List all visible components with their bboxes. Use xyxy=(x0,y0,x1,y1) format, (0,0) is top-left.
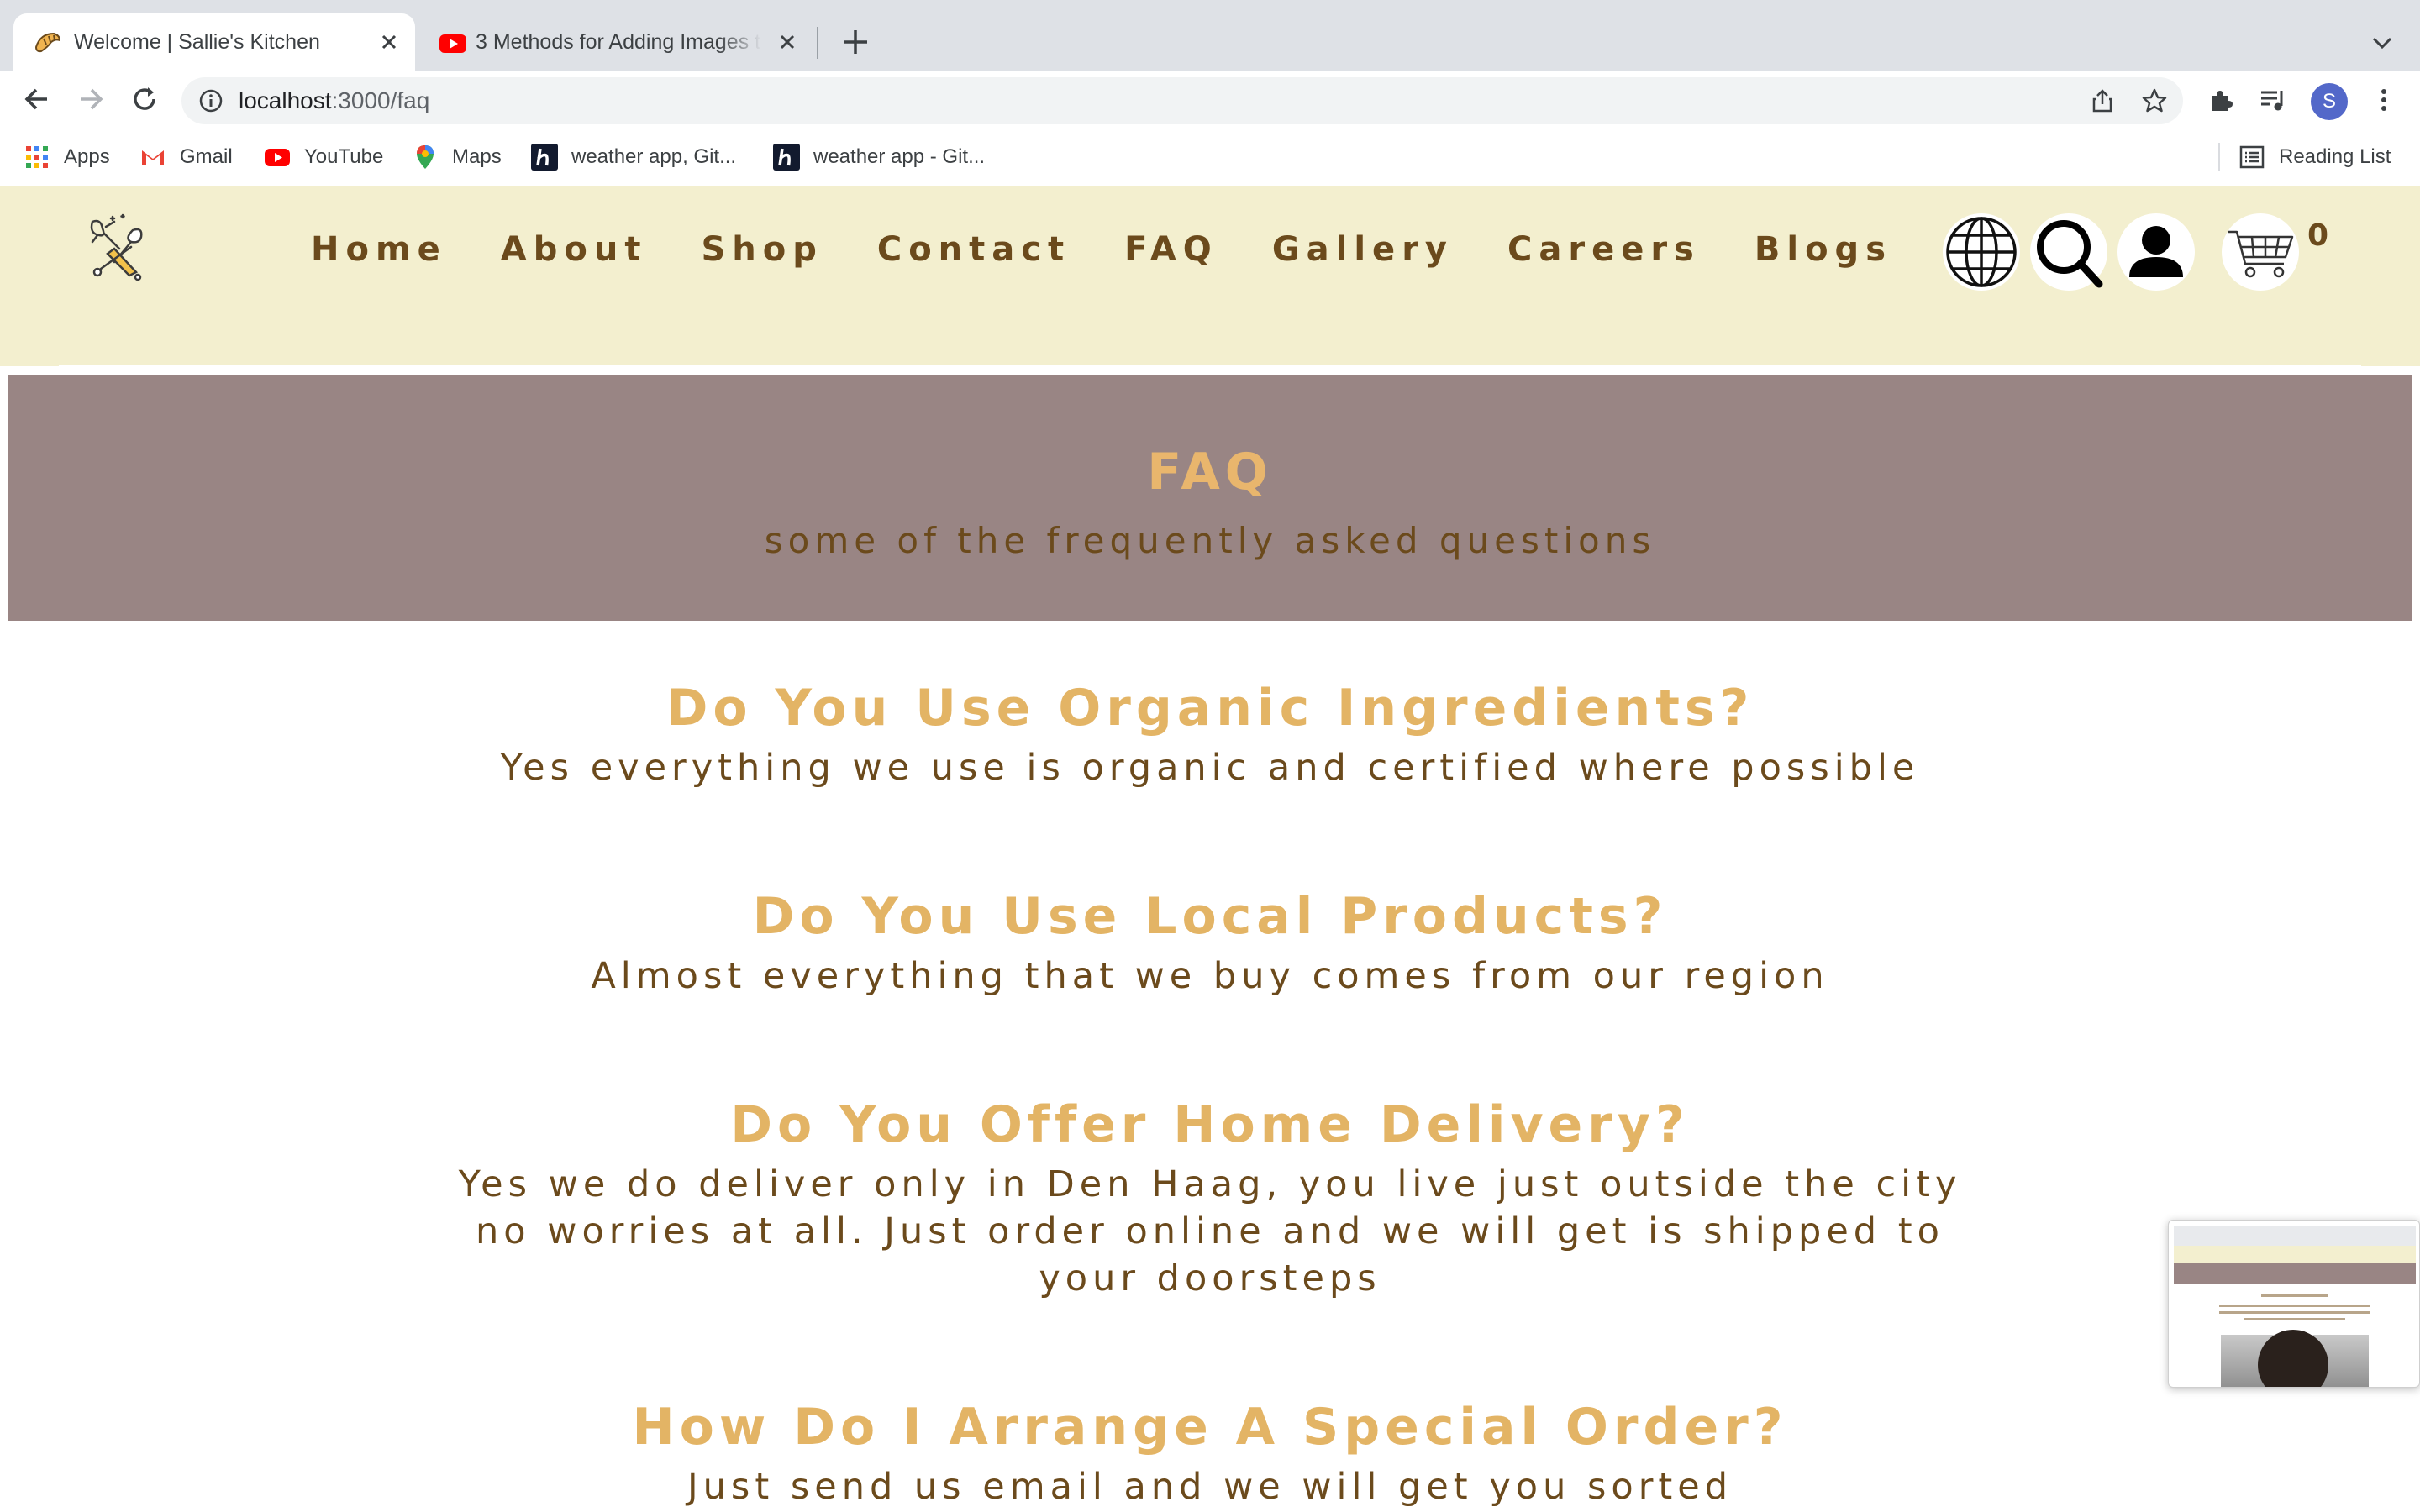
bookmark-star-icon[interactable] xyxy=(2141,87,2168,114)
bookmark-weather-app-2[interactable]: weather app - Git... xyxy=(773,128,985,186)
tab-title: Welcome | Sallie's Kitchen xyxy=(74,30,320,54)
preview-site-header xyxy=(2174,1246,2416,1263)
nav-careers[interactable]: Careers xyxy=(1507,230,1701,269)
bookmark-apps[interactable]: Apps xyxy=(24,128,110,186)
extensions-puzzle-icon[interactable] xyxy=(2207,86,2235,114)
language-globe-button[interactable] xyxy=(1943,213,2020,291)
nav-contact[interactable]: Contact xyxy=(877,230,1071,269)
search-icon xyxy=(2037,220,2103,288)
preview-browser-chrome xyxy=(2174,1226,2416,1246)
site-info-icon[interactable] xyxy=(198,88,224,113)
bookmark-weather-app-1[interactable]: weather app, Git... xyxy=(531,128,736,186)
nav-about[interactable]: About xyxy=(501,230,648,269)
media-playlist-icon[interactable] xyxy=(2259,86,2287,114)
tab-search-chevron-icon[interactable] xyxy=(2368,29,2396,57)
faq-answer-line: no worries at all. Just order online and… xyxy=(476,1210,1944,1252)
bookmark-label: Apps xyxy=(64,145,110,168)
bookmarks-bar: Apps Gmail YouTube Maps weather app, Git… xyxy=(0,128,2420,186)
bookmark-gmail[interactable]: Gmail xyxy=(139,128,233,186)
croissant-favicon-icon xyxy=(34,32,61,53)
nav-shop[interactable]: Shop xyxy=(701,230,823,269)
tab-title: 3 Methods for Adding Images t xyxy=(476,30,761,54)
browser-toolbar: localhost:3000/faq S xyxy=(0,71,2420,128)
maps-icon xyxy=(417,145,434,169)
tab-separator xyxy=(817,27,818,59)
preview-banner xyxy=(2174,1263,2416,1284)
faq-item: Do You Offer Home Delivery? Yes we do de… xyxy=(454,1089,1966,1302)
close-tab-icon[interactable] xyxy=(375,28,403,56)
nav-faq[interactable]: FAQ xyxy=(1124,230,1218,269)
gmail-icon xyxy=(142,150,164,165)
profile-avatar[interactable]: S xyxy=(2311,83,2348,120)
reading-list-icon xyxy=(2239,145,2265,169)
browser-tab-strip: Welcome | Sallie's Kitchen 3 Methods for… xyxy=(0,0,2420,71)
browser-menu-kebab-icon[interactable] xyxy=(2370,86,2398,114)
header-divider xyxy=(59,365,2361,367)
back-arrow-icon[interactable] xyxy=(20,82,54,116)
address-bar[interactable]: localhost:3000/faq xyxy=(182,77,2183,124)
h-site-icon xyxy=(531,144,558,171)
bookmarks-separator xyxy=(2218,143,2220,171)
nav-blogs[interactable]: Blogs xyxy=(1754,230,1892,269)
preview-text-line xyxy=(2219,1305,2370,1307)
url-path: :3000/faq xyxy=(331,87,430,113)
reload-icon[interactable] xyxy=(128,82,161,116)
faq-answer: Almost everything that we buy comes from… xyxy=(591,955,1829,997)
bookmark-maps[interactable]: Maps xyxy=(412,128,502,186)
tab-sallies-kitchen[interactable]: Welcome | Sallie's Kitchen xyxy=(13,13,415,71)
bookmark-label: Gmail xyxy=(180,145,233,168)
search-button[interactable] xyxy=(2030,213,2107,291)
page-title: FAQ xyxy=(1147,443,1273,501)
user-icon xyxy=(2129,226,2183,277)
account-button[interactable] xyxy=(2118,213,2195,291)
nav-gallery[interactable]: Gallery xyxy=(1272,230,1454,269)
bookmark-label: Maps xyxy=(452,145,502,168)
preview-text-line xyxy=(2261,1294,2328,1297)
nav-home[interactable]: Home xyxy=(311,230,447,269)
globe-icon xyxy=(1946,217,2017,287)
site-header: Home About Shop Contact FAQ Gallery Care… xyxy=(0,186,2420,367)
reading-list-button[interactable]: Reading List xyxy=(2238,128,2391,186)
bookmark-youtube[interactable]: YouTube xyxy=(264,128,383,186)
faq-answer: Yes everything we use is organic and cer… xyxy=(500,747,1920,789)
preview-text-line xyxy=(2244,1318,2345,1320)
faq-question: Do You Offer Home Delivery? xyxy=(730,1095,1690,1154)
url-host: localhost xyxy=(239,87,332,113)
faq-answer-line: Yes we do deliver only in Den Haag, you … xyxy=(458,1163,1962,1205)
cart-button[interactable] xyxy=(2222,213,2299,291)
close-tab-icon[interactable] xyxy=(773,28,802,56)
faq-item: How Do I Arrange A Special Order? Just s… xyxy=(454,1391,1966,1510)
bookmark-label: weather app, Git... xyxy=(571,145,737,168)
faq-answer: Just send us email and we will get you s… xyxy=(687,1466,1733,1508)
faq-banner: FAQ some of the frequently asked questio… xyxy=(8,375,2412,621)
faq-item: Do You Use Organic Ingredients? Yes ever… xyxy=(454,672,1966,791)
youtube-icon xyxy=(265,149,290,166)
preview-text-line xyxy=(2219,1311,2370,1314)
new-tab-plus-icon[interactable] xyxy=(839,25,872,59)
cart-icon xyxy=(2228,230,2294,278)
bookmark-label: weather app - Git... xyxy=(813,145,986,168)
h-site-icon xyxy=(773,144,800,171)
forward-arrow-icon[interactable] xyxy=(74,82,108,116)
url-text: localhost:3000/faq xyxy=(239,77,429,124)
faq-item: Do You Use Local Products? Almost everyt… xyxy=(454,880,1966,1000)
cart-count-badge: 0 xyxy=(2307,218,2329,253)
faq-question: How Do I Arrange A Special Order? xyxy=(632,1398,1788,1457)
share-icon[interactable] xyxy=(2089,87,2116,114)
apps-grid-icon xyxy=(26,146,48,168)
main-navigation: Home About Shop Contact FAQ Gallery Care… xyxy=(311,230,1946,269)
page-subtitle: some of the frequently asked questions xyxy=(764,520,1656,561)
youtube-favicon-icon xyxy=(439,34,466,53)
tab-adding-images[interactable]: 3 Methods for Adding Images t xyxy=(418,13,813,71)
bookmark-label: YouTube xyxy=(304,145,384,168)
faq-question: Do You Use Local Products? xyxy=(752,887,1668,946)
faq-answer-line: your doorsteps xyxy=(1039,1257,1381,1299)
kitchen-utensils-logo-icon[interactable] xyxy=(81,210,158,287)
floating-page-preview[interactable] xyxy=(2168,1220,2420,1388)
faq-question: Do You Use Organic Ingredients? xyxy=(666,679,1754,738)
reading-list-label: Reading List xyxy=(2279,145,2391,168)
